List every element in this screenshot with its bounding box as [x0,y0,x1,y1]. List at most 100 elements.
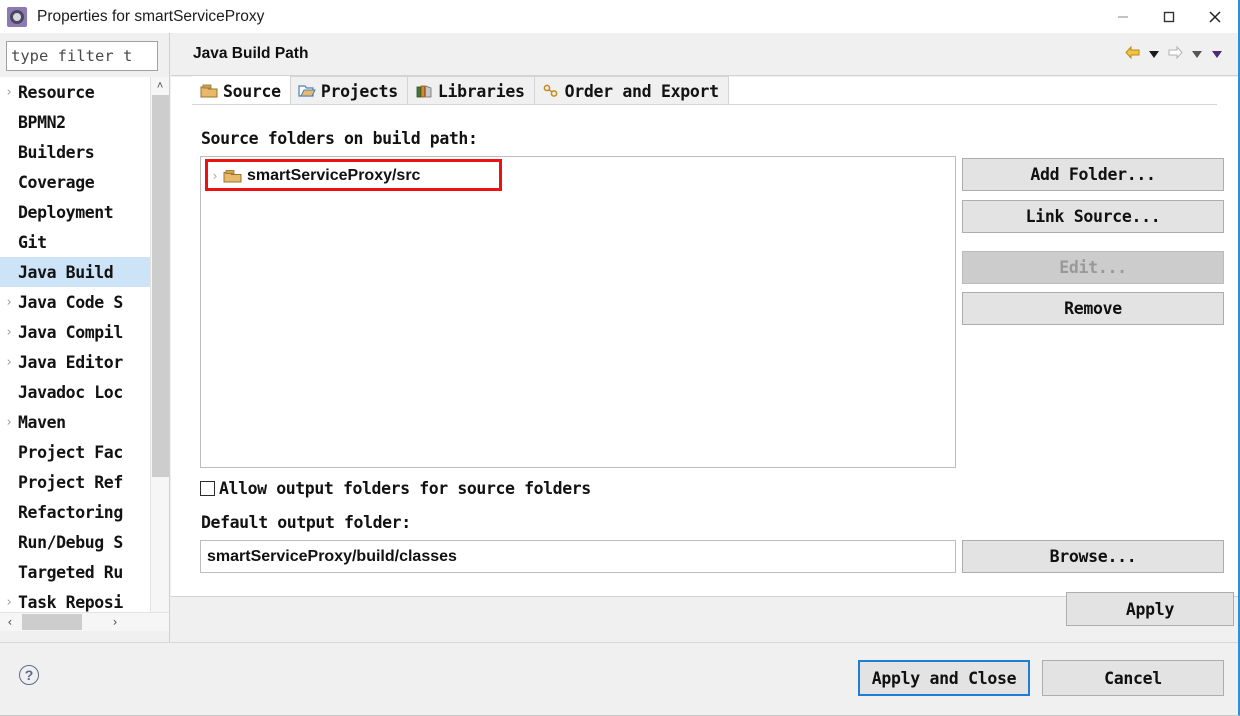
tab-source[interactable]: Source [192,76,291,105]
sidebar-item-label: Java Editor [18,352,123,372]
window-title: Properties for smartServiceProxy [37,7,265,25]
open-folder-icon [298,83,316,99]
tab-libraries[interactable]: Libraries [406,76,535,105]
tab-projects[interactable]: Projects [289,76,408,105]
allow-output-folders-row[interactable]: Allow output folders for source folders [200,479,591,498]
sidebar-item-label: Java Build [18,262,114,282]
sidebar-item-deployment[interactable]: Deployment [0,197,150,227]
sidebar-item-label: Java Code S [18,292,123,312]
source-folders-label: Source folders on build path: [201,129,478,148]
properties-gear-icon [7,6,27,27]
sidebar-item-run-debug-settings[interactable]: Run/Debug S [0,527,150,557]
sidebar-vertical-scrollbar[interactable]: ˄ ˅ [150,77,169,630]
order-export-icon [542,83,560,99]
sidebar-item-label: Run/Debug S [18,532,123,552]
sidebar-item-label: Deployment [18,202,114,222]
back-arrow-icon[interactable] [1124,45,1141,64]
scroll-right-icon[interactable]: › [105,613,125,631]
default-output-folder-input[interactable]: smartServiceProxy/build/classes [200,540,956,573]
sidebar-item-coverage[interactable]: Coverage [0,167,150,197]
sidebar-item-java-code-style[interactable]: › Java Code S [0,287,150,317]
scroll-left-icon[interactable]: ‹ [0,613,20,631]
sidebar-item-java-compiler[interactable]: › Java Compil [0,317,150,347]
sidebar-horizontal-scrollbar[interactable]: ‹ › [0,612,169,631]
filter-input-text: type filter t [11,47,133,65]
tab-underline-divider [192,104,1217,105]
sidebar-item-javadoc-location[interactable]: Javadoc Loc [0,377,150,407]
sidebar-item-bpmn2[interactable]: BPMN2 [0,107,150,137]
tab-label: Order and Export [564,81,719,101]
tab-label: Projects [320,81,398,101]
scroll-up-icon[interactable]: ˄ [151,77,169,95]
sidebar-item-label: Javadoc Loc [18,382,123,402]
sidebar-item-label: Builders [18,142,95,162]
sidebar-item-label: Targeted Ru [18,562,123,582]
chevron-right-icon[interactable]: › [0,416,18,429]
sidebar-item-builders[interactable]: Builders [0,137,150,167]
horizontal-scrollbar-thumb[interactable] [22,614,82,630]
source-folders-list[interactable]: › smartServiceProxy/src [200,156,956,468]
sidebar-item-resource[interactable]: › Resource [0,77,150,107]
sidebar-item-java-build[interactable]: Java Build [0,257,150,287]
source-folder-icon [200,83,218,99]
filter-input[interactable]: type filter t [6,41,158,71]
remove-button[interactable]: Remove [962,292,1224,325]
tab-order-and-export[interactable]: Order and Export [533,76,729,105]
default-output-folder-label: Default output folder: [201,513,411,532]
cancel-button[interactable]: Cancel [1042,660,1224,696]
window-controls [1100,0,1238,33]
sidebar-item-label: Refactoring [18,502,123,522]
page-navigation-tools [1124,45,1224,64]
sidebar-item-label: BPMN2 [18,112,66,132]
sidebar-item-label: Project Fac [18,442,123,462]
sidebar-item-label: Maven [18,412,66,432]
chevron-right-icon[interactable]: › [0,86,18,99]
chevron-right-icon[interactable]: › [0,296,18,309]
browse-button[interactable]: Browse... [962,540,1224,573]
chevron-right-icon[interactable]: › [0,596,18,609]
sidebar-item-maven[interactable]: › Maven [0,407,150,437]
build-path-tabs: Source Projects Libraries Order and Expo… [192,75,729,105]
link-source-button[interactable]: Link Source... [962,200,1224,233]
tab-label: Libraries [437,81,525,101]
source-folder-row[interactable]: › smartServiceProxy/src [207,163,420,189]
edit-button: Edit... [962,251,1224,284]
page-header: Java Build Path [171,33,1238,76]
sidebar-item-project-facets[interactable]: Project Fac [0,437,150,467]
settings-tree-list: › Resource BPMN2 Builders Coverage Deplo… [0,77,150,617]
apply-and-close-button[interactable]: Apply and Close [858,660,1030,696]
chevron-right-icon[interactable]: › [0,356,18,369]
settings-tree[interactable]: › Resource BPMN2 Builders Coverage Deplo… [0,77,169,630]
forward-arrow-icon[interactable] [1167,45,1184,64]
sidebar-item-java-editor[interactable]: › Java Editor [0,347,150,377]
back-history-chevron-down-icon[interactable] [1147,50,1161,58]
chevron-right-icon[interactable]: › [0,326,18,339]
sidebar-item-refactoring[interactable]: Refactoring [0,497,150,527]
sidebar-item-label: Git [18,232,47,252]
view-menu-chevron-down-icon[interactable] [1210,50,1224,58]
apply-button[interactable]: Apply [1066,592,1234,626]
forward-history-chevron-down-icon[interactable] [1190,50,1204,58]
sidebar-item-project-references[interactable]: Project Ref [0,467,150,497]
vertical-scrollbar-thumb[interactable] [152,95,169,477]
sidebar-item-label: Project Ref [18,472,123,492]
settings-sidebar: type filter t › Resource BPMN2 Builders [0,33,170,642]
help-icon[interactable]: ? [19,665,39,685]
properties-dialog-window: Properties for smartServiceProxy type fi… [0,0,1240,716]
allow-output-folders-checkbox[interactable] [200,481,215,496]
sidebar-item-label: Task Reposi [18,592,123,612]
sidebar-item-targeted-runtimes[interactable]: Targeted Ru [0,557,150,587]
library-books-icon [415,83,433,99]
chevron-right-icon[interactable]: › [207,169,223,183]
sidebar-item-label: Resource [18,82,95,102]
minimize-button[interactable] [1100,0,1146,33]
sidebar-item-git[interactable]: Git [0,227,150,257]
source-folder-label: smartServiceProxy/src [247,167,421,184]
tab-label: Source [223,81,281,101]
sidebar-item-label: Java Compil [18,322,123,342]
title-bar: Properties for smartServiceProxy [0,0,1238,33]
page-title: Java Build Path [193,45,309,62]
maximize-button[interactable] [1146,0,1192,33]
add-folder-button[interactable]: Add Folder... [962,158,1224,191]
close-button[interactable] [1192,0,1238,33]
